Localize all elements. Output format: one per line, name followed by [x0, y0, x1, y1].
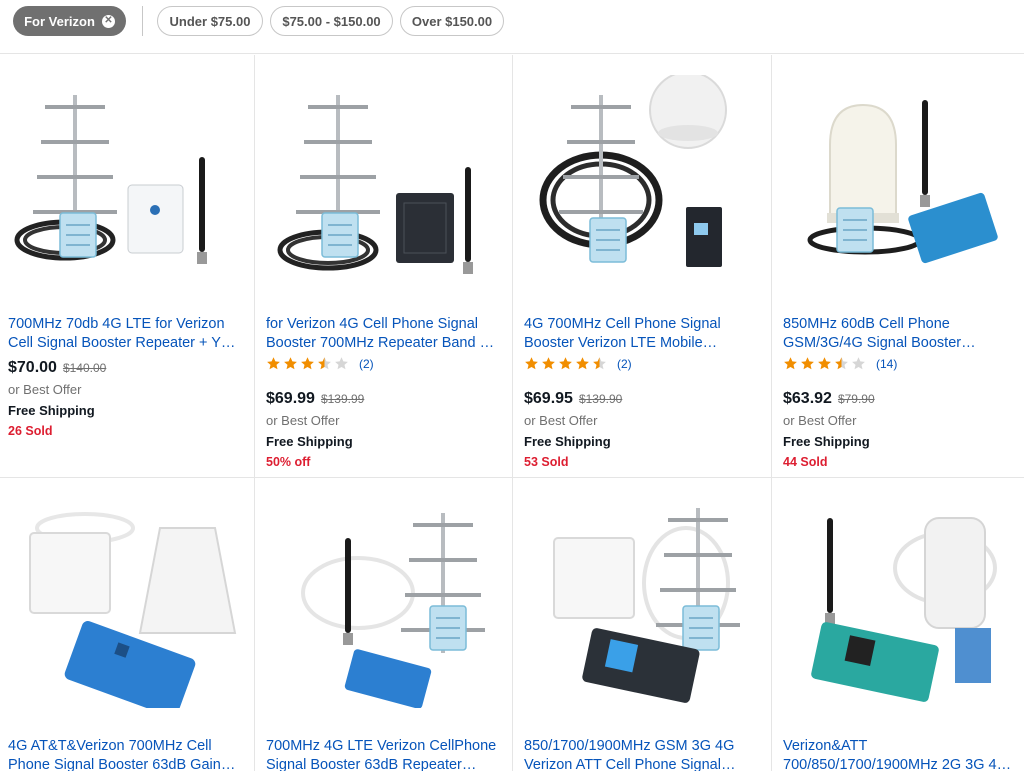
star-icon — [542, 357, 555, 370]
was-price: $140.00 — [62, 361, 107, 375]
product-title-link[interactable]: 4G AT&T&Verizon 700MHz Cell Phone Signal… — [8, 737, 248, 771]
star-icon — [576, 357, 589, 370]
price: $63.92 $79.90 — [783, 390, 875, 407]
star-icon — [593, 357, 606, 370]
shipping-text: Free Shipping — [783, 434, 870, 449]
product-title-link[interactable]: 4G 700MHz Cell Phone Signal Booster Veri… — [524, 315, 764, 353]
was-price: $139.99 — [320, 392, 365, 406]
best-offer-text: or Best Offer — [524, 413, 598, 428]
product-image[interactable] — [785, 75, 1023, 285]
shipping-text: Free Shipping — [8, 403, 95, 418]
product-image[interactable] — [526, 75, 764, 285]
remove-filter-icon[interactable]: ✕ — [101, 14, 115, 28]
price: $69.99 $139.99 — [266, 390, 365, 407]
star-rating[interactable]: (14) — [783, 356, 897, 371]
best-offer-text: or Best Offer — [8, 382, 82, 397]
review-count[interactable]: (2) — [359, 357, 374, 371]
product-card[interactable]: 850MHz 60dB Cell Phone GSM/3G/4G Signal … — [775, 55, 1024, 477]
product-title-link[interactable]: 700MHz 4G LTE Verizon CellPhone Signal B… — [266, 737, 506, 771]
star-icon — [852, 357, 865, 370]
star-rating[interactable]: (2) — [266, 356, 374, 371]
product-title-link[interactable]: for Verizon 4G Cell Phone Signal Booster… — [266, 315, 506, 353]
best-offer-text: or Best Offer — [783, 413, 857, 428]
product-title-link[interactable]: 700MHz 70db 4G LTE for Verizon Cell Sign… — [8, 315, 248, 353]
star-icon — [318, 357, 331, 370]
product-title-link[interactable]: Verizon&ATT 700/850/1700/1900MHz 2G 3G 4… — [783, 737, 1023, 771]
star-icon — [284, 357, 297, 370]
was-price: $79.90 — [837, 392, 875, 406]
price-filter-over-150[interactable]: Over $150.00 — [400, 6, 504, 36]
was-price: $139.90 — [578, 392, 623, 406]
star-icon — [559, 357, 572, 370]
product-card[interactable]: for Verizon 4G Cell Phone Signal Booster… — [258, 55, 516, 477]
product-image[interactable] — [268, 75, 506, 285]
product-image[interactable] — [268, 498, 506, 708]
star-icon — [835, 357, 848, 370]
star-icon — [301, 357, 314, 370]
product-image[interactable] — [10, 75, 248, 285]
star-icon — [801, 357, 814, 370]
product-card[interactable]: 4G AT&T&Verizon 700MHz Cell Phone Signal… — [0, 478, 258, 771]
star-icon — [335, 357, 348, 370]
price-filter-75-150[interactable]: $75.00 - $150.00 — [270, 6, 393, 36]
price: $69.95 $139.90 — [524, 390, 623, 407]
star-icon — [784, 357, 797, 370]
product-image[interactable] — [785, 498, 1023, 708]
review-count[interactable]: (14) — [876, 357, 897, 371]
best-offer-text: or Best Offer — [266, 413, 340, 428]
product-card[interactable]: 4G 700MHz Cell Phone Signal Booster Veri… — [516, 55, 774, 477]
active-filter-label: For Verizon — [24, 13, 95, 29]
sold-badge: 44 Sold — [783, 455, 828, 469]
star-rating[interactable]: (2) — [524, 356, 632, 371]
active-filter-chip[interactable]: For Verizon ✕ — [13, 6, 126, 36]
price: $70.00 $140.00 — [8, 359, 107, 376]
shipping-text: Free Shipping — [524, 434, 611, 449]
product-title-link[interactable]: 850/1700/1900MHz GSM 3G 4G Verizon ATT C… — [524, 737, 764, 771]
product-card[interactable]: 850/1700/1900MHz GSM 3G 4G Verizon ATT C… — [516, 478, 774, 771]
product-card[interactable]: Verizon&ATT 700/850/1700/1900MHz 2G 3G 4… — [775, 478, 1024, 771]
sold-badge: 26 Sold — [8, 424, 53, 438]
product-image[interactable] — [526, 498, 764, 708]
filter-bar: For Verizon ✕ Under $75.00 $75.00 - $150… — [0, 0, 1024, 54]
price-filter-under-75[interactable]: Under $75.00 — [157, 6, 263, 36]
star-icon — [267, 357, 280, 370]
product-card[interactable]: 700MHz 4G LTE Verizon CellPhone Signal B… — [258, 478, 516, 771]
filter-divider — [142, 6, 143, 36]
product-image[interactable] — [10, 498, 248, 708]
product-card[interactable]: 700MHz 70db 4G LTE for Verizon Cell Sign… — [0, 55, 258, 477]
shipping-text: Free Shipping — [266, 434, 353, 449]
discount-badge: 50% off — [266, 455, 311, 469]
star-icon — [525, 357, 538, 370]
sold-badge: 53 Sold — [524, 455, 569, 469]
star-icon — [818, 357, 831, 370]
product-title-link[interactable]: 850MHz 60dB Cell Phone GSM/3G/4G Signal … — [783, 315, 1023, 353]
review-count[interactable]: (2) — [617, 357, 632, 371]
